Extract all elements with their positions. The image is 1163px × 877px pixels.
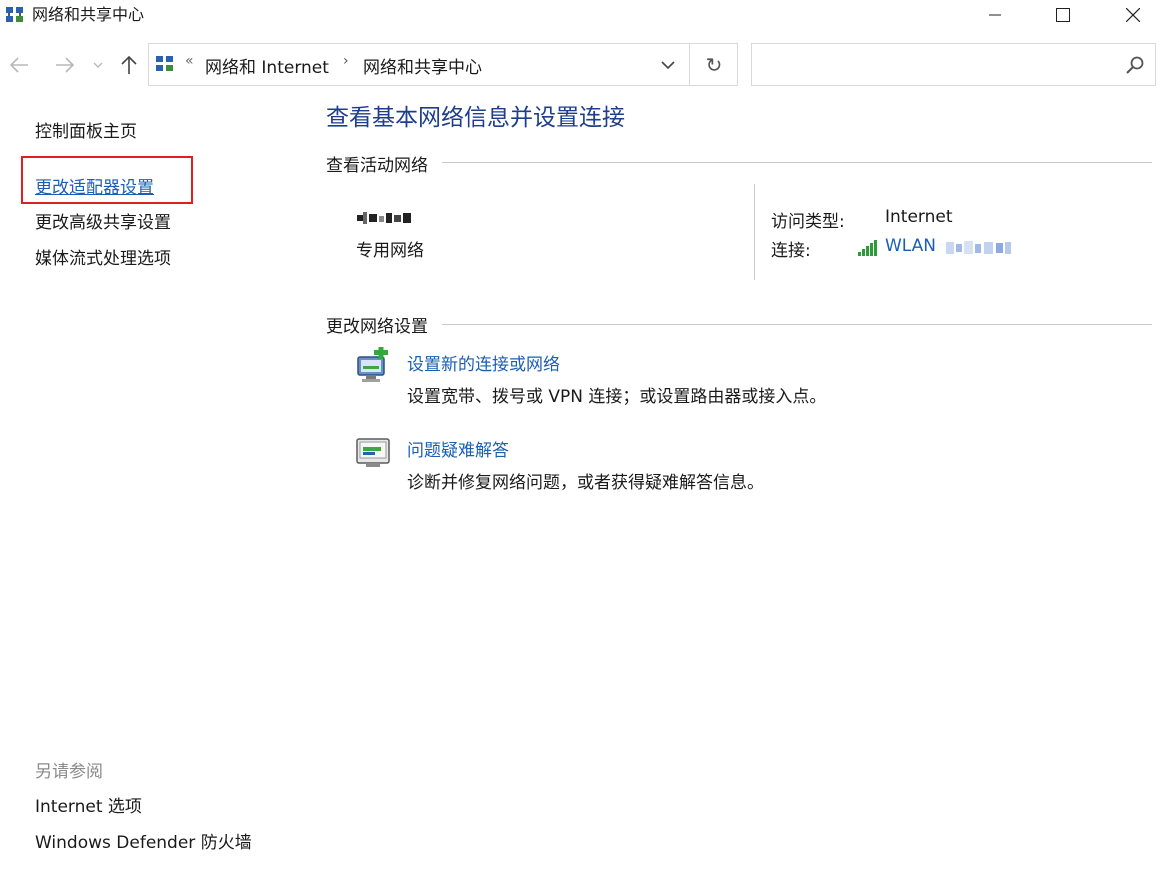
change-adapter-settings-link[interactable]: 更改适配器设置 [35,173,154,198]
title-bar: 网络和共享中心 [0,0,1163,30]
defender-firewall-link[interactable]: Windows Defender 防火墙 [35,828,252,853]
close-icon [1126,8,1140,22]
network-name-redacted [357,212,411,224]
recent-locations-button[interactable] [88,50,108,80]
internet-options-link[interactable]: Internet 选项 [35,792,142,817]
arrow-up-icon [121,55,137,74]
search-icon [1126,56,1144,74]
search-input[interactable] [751,43,1156,86]
see-also-heading: 另请参阅 [35,762,103,782]
setup-connection-link[interactable]: 设置新的连接或网络 [407,350,560,375]
up-button[interactable] [116,50,142,80]
vertical-divider [754,184,755,280]
media-streaming-options-link[interactable]: 媒体流式处理选项 [35,244,171,269]
maximize-button[interactable] [1040,0,1086,30]
troubleshoot-link[interactable]: 问题疑难解答 [407,436,509,461]
breadcrumb-network-center[interactable]: 网络和共享中心 [363,53,482,78]
back-button[interactable] [6,50,32,80]
address-bar[interactable]: « 网络和 Internet › 网络和共享中心 ↻ [148,43,738,86]
breadcrumb-overflow[interactable]: « [185,53,194,69]
control-panel-home-link[interactable]: 控制面板主页 [35,117,137,142]
connection-name-redacted [946,241,1011,254]
breadcrumb-network-internet[interactable]: 网络和 Internet [205,53,329,78]
page-title: 查看基本网络信息并设置连接 [326,105,625,131]
access-type-label: 访问类型: [771,212,845,232]
connection-label: 连接: [771,241,811,261]
wifi-signal-icon [858,240,877,256]
arrow-left-icon [9,57,28,73]
troubleshoot-icon [356,438,390,467]
section-divider [442,162,1152,163]
address-dropdown-button[interactable] [649,44,687,85]
troubleshoot-description: 诊断并修复网络问题，或者获得疑难解答信息。 [407,473,764,493]
maximize-icon [1056,8,1070,22]
forward-button[interactable] [52,50,78,80]
breadcrumb-separator[interactable]: › [343,53,349,69]
chevron-down-icon [93,62,103,68]
chevron-down-icon [661,60,675,69]
arrow-right-icon [56,57,75,73]
setup-connection-description: 设置宽带、拨号或 VPN 连接；或设置路由器或接入点。 [407,387,827,407]
refresh-button[interactable]: ↻ [689,44,738,85]
network-type[interactable]: 专用网络 [356,236,424,261]
wlan-connection-link[interactable]: WLAN [885,236,936,256]
minimize-icon [989,14,1001,16]
new-connection-icon [357,347,388,382]
change-settings-heading: 更改网络设置 [326,317,428,337]
minimize-button[interactable] [972,0,1018,30]
active-networks-heading: 查看活动网络 [326,156,428,176]
access-type-value: Internet [885,207,953,227]
close-button[interactable] [1110,0,1156,30]
section-divider [442,324,1152,325]
window-title: 网络和共享中心 [32,5,145,24]
advanced-sharing-settings-link[interactable]: 更改高级共享设置 [35,208,171,233]
network-center-icon [156,56,173,71]
network-center-icon [6,7,23,22]
